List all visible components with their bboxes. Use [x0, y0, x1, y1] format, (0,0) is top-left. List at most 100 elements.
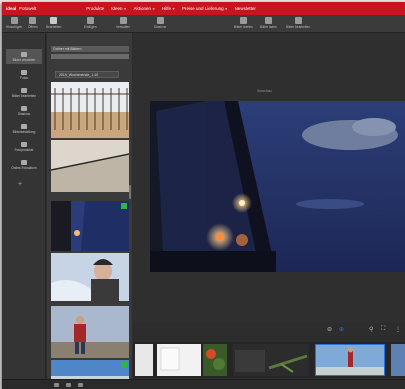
nav-label: Diashow	[17, 111, 31, 116]
brand-logo[interactable]: ideal	[6, 6, 16, 11]
add-icon[interactable]: +	[18, 181, 22, 188]
grid-view-icon[interactable]	[54, 383, 59, 387]
thumbnail-1[interactable]	[51, 82, 129, 138]
rotate-icon	[239, 17, 247, 24]
menu-ideen[interactable]: Ideen ▼	[111, 6, 126, 11]
app-name: Fotowelt	[19, 6, 37, 11]
filmstrip-frame[interactable]	[233, 344, 309, 376]
beach-photo	[51, 140, 129, 192]
filmstrip-frame[interactable]	[135, 344, 153, 376]
toolbar-label: Bearbeiten	[46, 25, 62, 29]
edit-button[interactable]: Bearbeiten	[46, 17, 61, 29]
toolbar-label: Bilder bearbeiten	[286, 25, 311, 29]
manage-button[interactable]: Verwalten	[116, 17, 130, 29]
browser-scrollbar[interactable]	[129, 185, 131, 199]
portrait-photo	[51, 253, 129, 301]
main-photo[interactable]	[150, 101, 405, 272]
filmstrip-frame[interactable]	[157, 344, 201, 376]
filmstrip-frame[interactable]	[203, 344, 227, 376]
toolbar-label: Diashow	[154, 25, 167, 29]
menu-aktionen[interactable]: Aktionen ▼	[134, 6, 156, 11]
status-bar	[2, 379, 405, 389]
folder-open-icon	[29, 17, 37, 24]
viewer-tab[interactable]: Vorschau	[257, 89, 272, 93]
folder-tabs[interactable]	[51, 54, 129, 59]
toolbar-label: Einfügen	[84, 25, 97, 29]
photo-icon	[21, 69, 27, 75]
zoom-bar: ⊖ ⊕ ⚲ ⛶ ⋮	[133, 325, 405, 335]
toolbar-label: Bilder drehen	[234, 25, 253, 29]
menu-label: Preise und Lieferung	[182, 6, 224, 11]
thumbnail-2[interactable]	[51, 140, 129, 192]
nav-item-order[interactable]: Bilderbestellung	[6, 121, 42, 136]
menu-label: Ideen	[111, 6, 123, 11]
nav-item-products[interactable]: Fotoprodukte	[6, 139, 42, 154]
menu-produkte[interactable]: Produkte	[86, 6, 104, 11]
window-night-large-photo	[150, 101, 405, 272]
nav-item-album[interactable]: Online-Fotoalbum	[6, 157, 42, 172]
toolbar-label: Verwalten	[116, 25, 130, 29]
chevron-down-icon: ▼	[123, 6, 127, 11]
menu-label: Aktionen	[133, 6, 152, 11]
list-view-icon[interactable]	[66, 383, 71, 387]
menu-label: Newsletter	[234, 6, 256, 11]
download-icon	[264, 17, 272, 24]
add-button[interactable]: Hinzufügen	[6, 17, 22, 29]
open-button[interactable]: Öffnen	[28, 17, 38, 29]
slideshow-button[interactable]: Diashow	[154, 17, 166, 29]
insert-button[interactable]: Einfügen	[84, 17, 97, 29]
slideshow-icon	[21, 105, 27, 111]
menu-hilfe[interactable]: Hilfe ▼	[162, 6, 175, 11]
insert-icon	[86, 17, 94, 24]
man-red-jacket-photo	[51, 306, 129, 358]
chevron-down-icon: ▼	[152, 6, 156, 11]
folder-icon	[21, 51, 27, 57]
detail-view-icon[interactable]	[78, 383, 83, 387]
cart-icon	[21, 123, 27, 129]
nav-item-slideshow[interactable]: Diashow	[6, 103, 42, 118]
nav-item-photos[interactable]: Fotos	[6, 67, 42, 82]
folder-name[interactable]: 2019_Wochenende_1-10	[55, 71, 119, 78]
nav-label: Fotoprodukte	[14, 147, 34, 152]
nav-item-manage[interactable]: Bilder verwalten	[6, 49, 42, 64]
manage-icon	[119, 17, 127, 24]
fit-icon[interactable]: ⛶	[381, 326, 385, 333]
toolbar-label: Hinzufügen	[6, 25, 23, 29]
zoom-out-icon[interactable]: ⊖	[327, 326, 332, 333]
toolbar-label: Öffnen	[28, 25, 38, 29]
nav-item-edit[interactable]: Bilder bearbeiten	[6, 85, 42, 100]
edit-icon	[21, 87, 27, 93]
menu-newsletter[interactable]: Newsletter	[235, 6, 256, 11]
zoom-in-icon[interactable]: ⊕	[339, 326, 344, 333]
app-window: ideal Fotowelt Produkte Ideen ▼ Aktionen ▼…	[2, 2, 405, 389]
folder-path[interactable]: Ordner mit Bildern	[51, 46, 129, 52]
menu-bar: ideal Fotowelt Produkte Ideen ▼ Aktionen ▼…	[2, 2, 405, 15]
filmstrip	[133, 342, 405, 378]
load-images-button[interactable]: Bilder laden	[260, 17, 277, 29]
chevron-down-icon: ▼	[224, 6, 228, 11]
cloud-icon	[21, 159, 27, 165]
filmstrip-frame[interactable]	[391, 344, 405, 376]
menu-label: Hilfe	[162, 6, 172, 11]
left-navigation: Bilder verwalten Fotos Bilder bearbeiten…	[2, 33, 46, 389]
thumbnail-4[interactable]	[51, 253, 129, 301]
fence-photo	[51, 82, 129, 138]
nav-label: Fotos	[20, 75, 28, 80]
thumbnail-3-selected[interactable]	[51, 201, 129, 251]
more-icon[interactable]: ⋮	[395, 326, 401, 333]
image-edit-icon	[294, 17, 302, 24]
toolbar-label: Bilder laden	[260, 25, 277, 29]
plants-photo	[203, 344, 227, 376]
document-photo	[157, 344, 201, 376]
thumbnail-5[interactable]	[51, 306, 129, 358]
branch-photo	[233, 344, 309, 376]
nav-label: Bilder bearbeiten	[11, 93, 37, 98]
filmstrip-frame-selected[interactable]	[315, 344, 385, 376]
nav-label: Bilder verwalten	[12, 57, 36, 62]
menu-preise[interactable]: Preise und Lieferung ▼	[182, 6, 228, 11]
search-icon[interactable]: ⚲	[369, 326, 373, 333]
chevron-down-icon: ▼	[172, 6, 176, 11]
play-icon	[156, 17, 164, 24]
edit-images-button[interactable]: Bilder bearbeiten	[286, 17, 310, 29]
rotate-images-button[interactable]: Bilder drehen	[234, 17, 253, 29]
